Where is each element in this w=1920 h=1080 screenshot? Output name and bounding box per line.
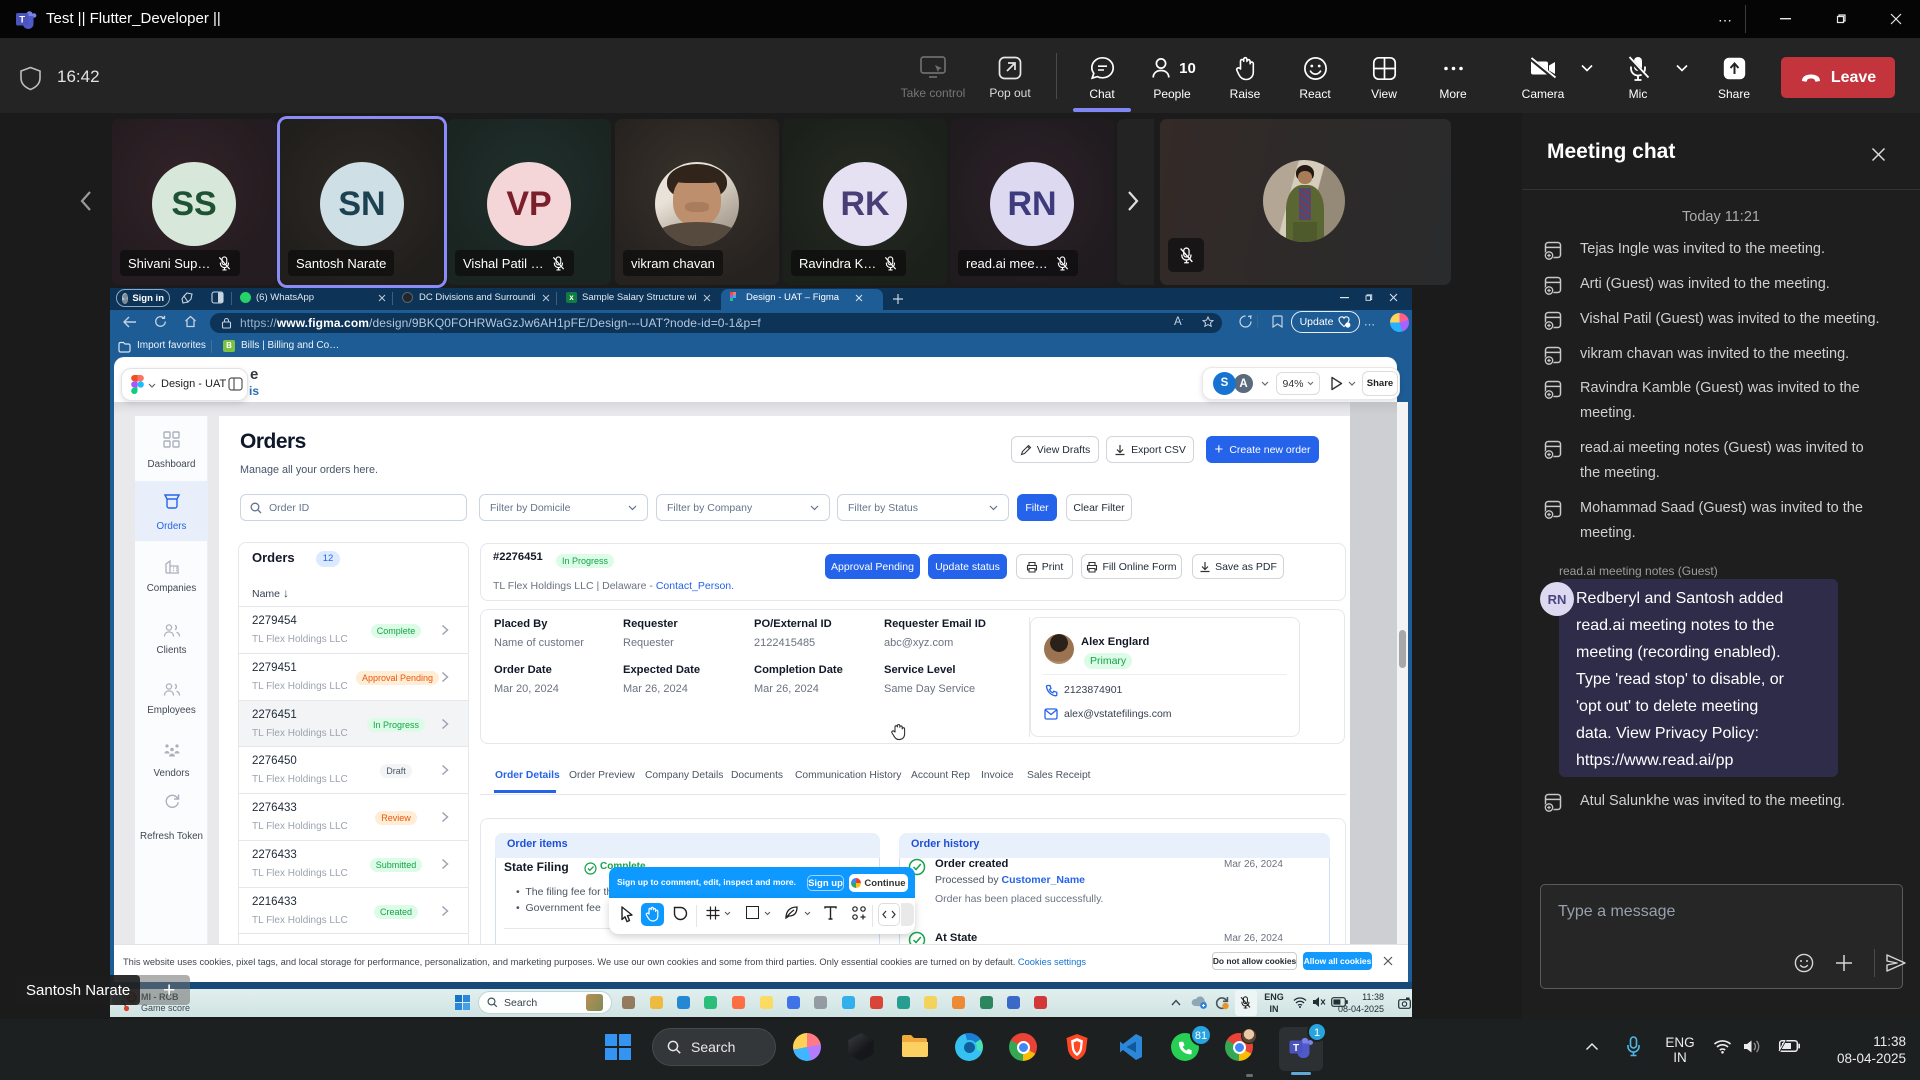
svg-text:T: T	[1293, 1043, 1299, 1054]
